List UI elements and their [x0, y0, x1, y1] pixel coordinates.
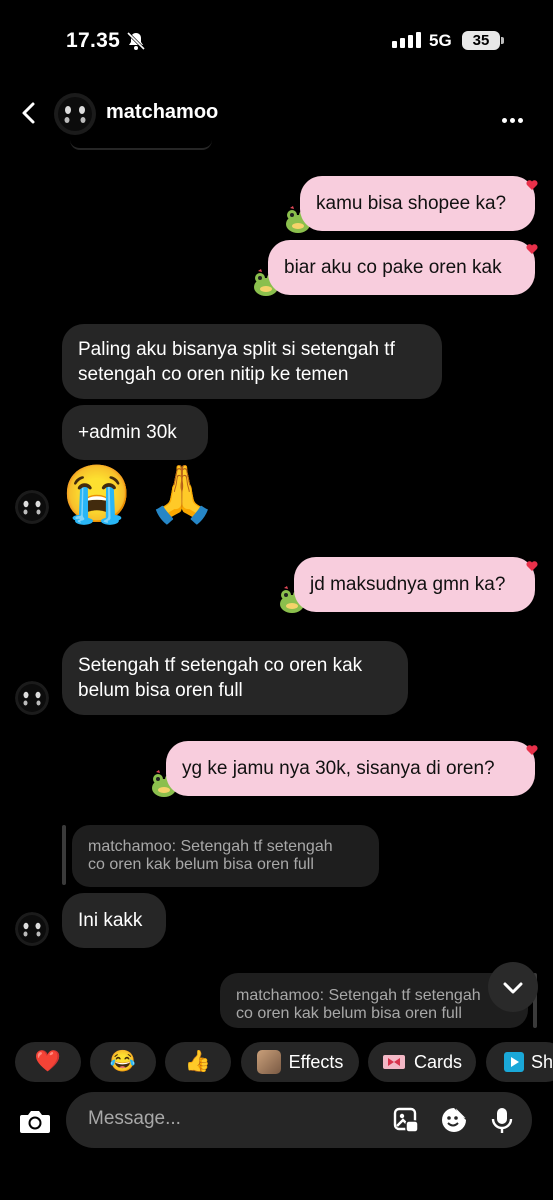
signal-icon: [392, 32, 421, 48]
quick-laugh-button[interactable]: 😂: [90, 1042, 156, 1082]
network-type: 5G: [429, 31, 452, 50]
battery-indicator: 35: [462, 31, 504, 50]
message-text-line: Setengah tf setengah co oren kak: [78, 655, 363, 676]
status-time: 17.35: [66, 29, 121, 52]
quick-thumbs-button[interactable]: 👍: [165, 1042, 231, 1082]
sender-avatar[interactable]: [15, 912, 49, 946]
heart-reaction-icon: [526, 561, 538, 571]
more-options-icon[interactable]: [502, 110, 530, 123]
message-text: jd maksudnya gmn ka?: [310, 574, 506, 595]
heart-reaction-icon: [526, 745, 538, 755]
message-composer: [0, 1090, 553, 1200]
shop-button[interactable]: Sh: [486, 1042, 553, 1082]
replied-message-preview[interactable]: matchamoo: Setengah tf setengah co oren …: [220, 973, 528, 1028]
message-bubble-outgoing[interactable]: yg ke jamu nya 30k, sisanya di oren?: [166, 741, 535, 796]
thumbs-up-emoji-icon: 👍: [184, 1050, 212, 1073]
sticker-icon[interactable]: [440, 1106, 468, 1134]
effects-thumbnail-icon: [256, 1050, 281, 1074]
reply-text-line: matchamoo: Setengah tf setengah: [88, 838, 333, 855]
sender-avatar[interactable]: [15, 681, 49, 715]
quick-heart-button[interactable]: ❤️: [15, 1042, 81, 1082]
reply-text-line: co oren kak belum bisa oren full: [88, 856, 314, 873]
message-text-line: Paling aku bisanya split si setengah tf: [78, 338, 395, 360]
gallery-icon[interactable]: [392, 1106, 420, 1134]
chat-username[interactable]: matchamoo: [106, 101, 218, 124]
status-bar: 17.35 5G 35: [0, 0, 553, 80]
message-text-line: belum bisa oren full: [78, 680, 243, 701]
shop-label: Sh: [531, 1051, 553, 1072]
message-bubble-incoming[interactable]: Paling aku bisanya split si setengah tf …: [62, 324, 442, 399]
message-bubble-incoming[interactable]: Ini kakk: [62, 893, 166, 948]
microphone-icon[interactable]: [488, 1106, 516, 1134]
reply-text-line: co oren kak belum bisa oren full: [236, 1005, 462, 1022]
back-arrow-icon[interactable]: [18, 101, 40, 125]
message-text: kamu bisa shopee ka?: [316, 193, 507, 214]
heart-emoji-icon: ❤️: [34, 1050, 62, 1073]
message-bubble-outgoing[interactable]: biar aku co pake oren kak: [268, 240, 535, 295]
message-bubble-incoming[interactable]: Setengah tf setengah co oren kak belum b…: [62, 641, 408, 715]
effects-label: Effects: [288, 1051, 344, 1072]
reply-text-line: matchamoo: Setengah tf setengah: [236, 987, 481, 1004]
heart-reaction-icon: [526, 244, 538, 254]
effects-button[interactable]: Effects: [241, 1042, 359, 1082]
chevron-down-icon: [503, 982, 523, 994]
message-bubble-outgoing[interactable]: kamu bisa shopee ka?: [300, 176, 535, 231]
message-input[interactable]: [88, 1108, 368, 1130]
emoji-message[interactable]: 😭 🙏: [62, 462, 217, 526]
heart-reaction-icon: [526, 180, 538, 190]
message-field[interactable]: [66, 1092, 532, 1148]
camera-icon[interactable]: [16, 1102, 54, 1140]
play-store-icon: [504, 1052, 524, 1072]
cards-button[interactable]: Cards: [368, 1042, 476, 1082]
sender-avatar[interactable]: [15, 490, 49, 524]
replied-message-preview[interactable]: matchamoo: Setengah tf setengah co oren …: [72, 825, 379, 887]
reply-indicator-bar: [62, 825, 66, 885]
message-bubble-outgoing[interactable]: jd maksudnya gmn ka?: [294, 557, 535, 612]
bell-muted-icon: [126, 31, 146, 51]
message-text: biar aku co pake oren kak: [284, 257, 502, 278]
chat-header: matchamoo: [0, 88, 553, 140]
message-text: yg ke jamu nya 30k, sisanya di oren?: [182, 758, 495, 779]
previous-message-edge: [70, 140, 212, 150]
message-text: +admin 30k: [78, 422, 177, 443]
quick-reply-bar: ❤️ 😂 👍 Effects Cards Sh: [0, 1030, 553, 1090]
cards-gift-icon: [382, 1055, 405, 1069]
scroll-to-bottom-button[interactable]: [488, 962, 538, 1012]
message-text-line: setengah co oren nitip ke temen: [78, 363, 349, 385]
cards-label: Cards: [413, 1051, 462, 1072]
message-bubble-incoming[interactable]: +admin 30k: [62, 405, 208, 460]
laughing-emoji-icon: 😂: [109, 1050, 137, 1073]
message-text: Ini kakk: [78, 910, 143, 931]
header-avatar[interactable]: [54, 93, 96, 135]
